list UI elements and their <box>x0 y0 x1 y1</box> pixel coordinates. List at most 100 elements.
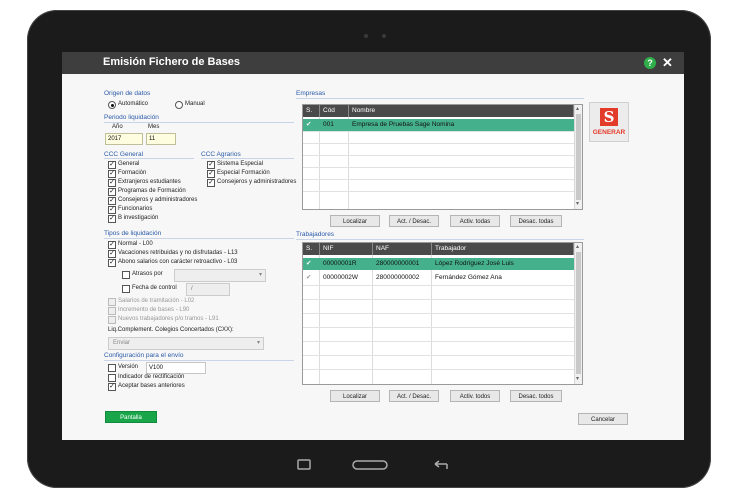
check-icon: ✔ <box>306 121 312 128</box>
sage-logo-icon: S <box>600 108 618 126</box>
device-nav-bar <box>297 459 448 470</box>
checkbox-label: Vacaciones retribuidas y no disfrutadas … <box>118 250 238 256</box>
origen-title: Origen de datos <box>104 90 151 97</box>
empresas-localizar-button[interactable]: Localizar <box>330 215 380 227</box>
divider <box>104 360 294 361</box>
periodo-title: Periodo liquidación <box>104 114 159 121</box>
checkbox-aceptar-bases[interactable]: ✓ <box>108 383 116 391</box>
checkbox-fecha-control[interactable] <box>122 285 130 293</box>
checkbox-b-investigacion[interactable]: ✓ <box>108 215 116 223</box>
checkbox-extranjeros[interactable]: ✓ <box>108 179 116 187</box>
empresas-act-desac-button[interactable]: Act. / Desac. <box>389 215 439 227</box>
checkbox-sistema-especial[interactable]: ✓ <box>207 161 215 169</box>
checkbox-programas[interactable]: ✓ <box>108 188 116 196</box>
scroll-down-icon[interactable]: ▾ <box>576 200 579 207</box>
checkbox-atrasos[interactable] <box>122 271 130 279</box>
trabajadores-activ-todos-button[interactable]: Activ. todos <box>450 390 500 402</box>
radio-manual[interactable] <box>175 101 183 109</box>
generar-logo[interactable]: S GENERAR <box>589 102 629 142</box>
ccc-agrarios-title: CCC Agrarios <box>201 151 241 158</box>
checkbox-label: Abono salarios con carácter retroactivo … <box>118 259 238 265</box>
trabajadores-desac-todos-button[interactable]: Desac. todos <box>510 390 562 402</box>
grid-line <box>303 191 574 192</box>
cell-naf: 280000000001 <box>376 260 420 267</box>
title-bar: Emisión Fichero de Bases ? ✕ <box>62 52 684 74</box>
ccc-general-title: CCC General <box>104 151 144 158</box>
checkbox-formacion[interactable]: ✓ <box>108 170 116 178</box>
trabajadores-scrollbar[interactable]: ▴ ▾ <box>574 243 582 384</box>
pantalla-button[interactable]: Pantalla <box>105 411 157 423</box>
checkbox-general[interactable]: ✓ <box>108 161 116 169</box>
table-row[interactable]: ✔ 00000002W 280000000002 Fernández Gómez… <box>303 272 574 284</box>
version-input[interactable]: V100 <box>146 362 206 374</box>
empresas-grid: S. Cód Nombre ✔ 001 Empresa de Pruebas S… <box>302 104 583 210</box>
cell-nombre: Empresa de Pruebas Sage Nomina <box>352 121 455 128</box>
checkbox-vacaciones[interactable]: ✓ <box>108 250 116 258</box>
scroll-thumb[interactable] <box>576 252 581 374</box>
mes-label: Mes <box>148 124 160 130</box>
trabajadores-act-desac-button[interactable]: Act. / Desac. <box>389 390 439 402</box>
cell-trabajador: López Rodríguez José Luis <box>435 260 514 267</box>
column-header[interactable]: Cód <box>320 105 349 117</box>
cell-trabajador: Fernández Gómez Ana <box>435 274 502 281</box>
divider <box>201 158 294 159</box>
anio-label: Año <box>112 124 123 130</box>
scroll-up-icon[interactable]: ▴ <box>576 105 579 112</box>
cell-nif: 00000001R <box>323 260 357 267</box>
column-header[interactable]: S. <box>303 243 320 255</box>
anio-input[interactable]: 2017 <box>105 133 143 145</box>
home-icon[interactable] <box>352 460 388 470</box>
checkbox-label: Funcionarios <box>118 206 153 212</box>
enviar-value: Enviar <box>113 340 131 346</box>
grid-line <box>303 355 574 356</box>
column-header[interactable]: NIF <box>320 243 373 255</box>
recent-apps-icon[interactable] <box>297 459 311 470</box>
scroll-down-icon[interactable]: ▾ <box>576 375 579 382</box>
checkbox-label: General <box>118 161 140 167</box>
checkbox-version[interactable] <box>108 364 116 372</box>
scroll-up-icon[interactable]: ▴ <box>576 243 579 250</box>
fecha-control-input[interactable]: / <box>186 283 230 296</box>
close-icon[interactable]: ✕ <box>662 55 673 71</box>
chevron-down-icon: ▾ <box>256 340 260 346</box>
checkbox-indicador[interactable] <box>108 374 116 382</box>
check-icon: ✔ <box>306 274 312 281</box>
checkbox-especial-formacion[interactable]: ✓ <box>207 170 215 178</box>
table-row[interactable]: ✔ 001 Empresa de Pruebas Sage Nomina <box>303 119 574 131</box>
grid-line <box>303 313 574 314</box>
empresas-activ-todas-button[interactable]: Activ. todas <box>450 215 500 227</box>
checkbox-label: B investigación <box>118 215 159 221</box>
grid-line <box>303 327 574 328</box>
empresas-desac-todas-button[interactable]: Desac. todas <box>510 215 562 227</box>
column-header[interactable]: Nombre <box>349 105 574 117</box>
grid-line <box>303 341 574 342</box>
checkbox-consejeros-agrarios[interactable]: ✓ <box>207 179 215 187</box>
camera-dot <box>364 34 368 38</box>
checkbox-consejeros[interactable]: ✓ <box>108 197 116 205</box>
grid-line <box>303 131 574 132</box>
cancelar-button[interactable]: Cancelar <box>578 413 628 425</box>
trabajadores-localizar-button[interactable]: Localizar <box>330 390 380 402</box>
column-header[interactable]: S. <box>303 105 320 117</box>
grid-line <box>303 167 574 168</box>
enviar-select[interactable]: Enviar ▾ <box>108 337 264 350</box>
help-icon[interactable]: ? <box>644 57 656 69</box>
aceptar-bases-label: Aceptar bases anteriores <box>118 383 185 389</box>
mes-input[interactable]: 11 <box>146 133 176 145</box>
checkbox-funcionarios[interactable]: ✓ <box>108 206 116 214</box>
checkbox-abono[interactable]: ✓ <box>108 259 116 267</box>
atrasos-select[interactable]: ▾ <box>174 269 266 282</box>
scroll-thumb[interactable] <box>576 114 581 200</box>
fecha-control-label: Fecha de control <box>132 285 177 291</box>
dialog-window: Emisión Fichero de Bases ? ✕ Origen de d… <box>62 52 684 440</box>
empresas-scrollbar[interactable]: ▴ ▾ <box>574 105 582 209</box>
radio-automatico[interactable] <box>108 101 116 109</box>
checkbox-incremento-bases <box>108 307 116 315</box>
checkbox-normal[interactable]: ✓ <box>108 241 116 249</box>
table-row[interactable]: ✔ 00000001R 280000000001 López Rodríguez… <box>303 258 574 270</box>
column-header[interactable]: Trabajador <box>432 243 574 255</box>
column-header[interactable]: NAF <box>373 243 432 255</box>
back-icon[interactable] <box>434 460 448 469</box>
cell-cod: 001 <box>323 121 334 128</box>
grid-line <box>303 143 574 144</box>
